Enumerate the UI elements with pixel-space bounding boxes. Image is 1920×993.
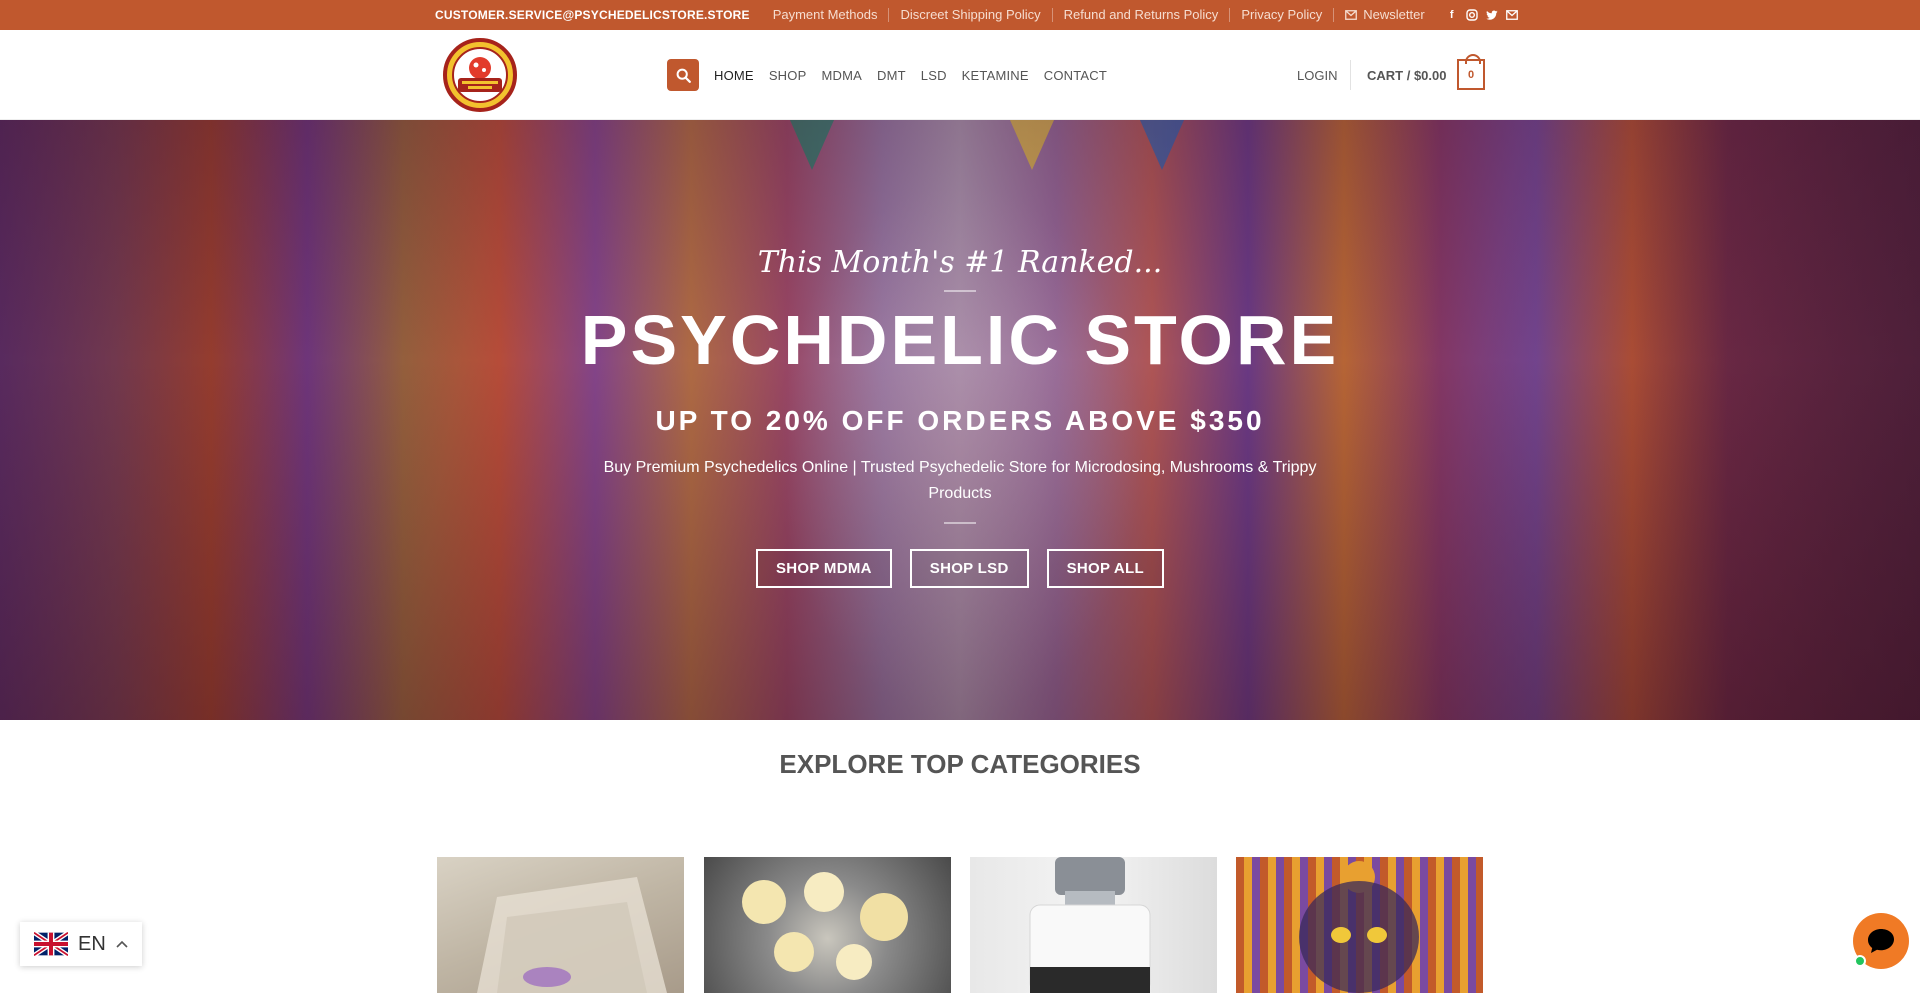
nav-contact[interactable]: CONTACT — [1044, 68, 1107, 83]
site-header: HOME SHOP MDMA DMT LSD KETAMINE CONTACT … — [0, 30, 1920, 120]
instagram-icon[interactable] — [1465, 9, 1478, 21]
shop-lsd-button[interactable]: SHOP LSD — [909, 549, 1029, 588]
hero-description: Buy Premium Psychedelics Online | Truste… — [603, 459, 1317, 502]
categories-title: EXPLORE TOP CATEGORIES — [779, 749, 1141, 779]
top-bar: CUSTOMER.SERVICE@PSYCHEDELICSTORE.STORE … — [0, 0, 1920, 30]
contact-email-link[interactable]: CUSTOMER.SERVICE@PSYCHEDELICSTORE.STORE — [435, 8, 750, 22]
top-bar-content: CUSTOMER.SERVICE@PSYCHEDELICSTORE.STORE … — [435, 0, 1518, 30]
category-image — [477, 877, 667, 993]
category-card-lsd[interactable] — [1236, 857, 1483, 993]
category-card-ketamine[interactable] — [970, 857, 1217, 993]
header-divider — [1350, 60, 1351, 90]
shipping-policy-link[interactable]: Discreet Shipping Policy — [888, 8, 1051, 22]
twitter-icon[interactable] — [1485, 9, 1498, 21]
nav-shop[interactable]: SHOP — [769, 68, 807, 83]
privacy-policy-link[interactable]: Privacy Policy — [1229, 8, 1333, 22]
chat-icon — [1868, 929, 1894, 953]
newsletter-label: Newsletter — [1363, 7, 1425, 22]
category-image — [1299, 861, 1419, 993]
category-image — [742, 872, 908, 980]
hero-buttons: SHOP MDMA SHOP LSD SHOP ALL — [0, 549, 1920, 588]
language-code: EN — [78, 932, 106, 955]
social-links: f — [1446, 9, 1518, 21]
nav-home[interactable]: HOME — [714, 68, 754, 83]
chat-online-indicator — [1854, 955, 1866, 967]
cart-link[interactable]: CART / $0.00 — [1367, 68, 1446, 83]
search-icon — [676, 68, 691, 83]
email-icon[interactable] — [1505, 9, 1518, 21]
nav-ketamine[interactable]: KETAMINE — [962, 68, 1029, 83]
chevron-up-icon — [116, 940, 128, 948]
hero-kicker: This Month's #1 Ranked... — [757, 245, 1163, 280]
envelope-icon — [1345, 10, 1358, 20]
nav-mdma[interactable]: MDMA — [821, 68, 862, 83]
category-image — [1029, 857, 1151, 993]
kicker-divider — [944, 290, 976, 292]
uk-flag-icon — [34, 932, 68, 956]
language-switcher[interactable]: EN — [20, 922, 142, 966]
refund-policy-link[interactable]: Refund and Returns Policy — [1051, 8, 1230, 22]
description-divider — [944, 522, 976, 524]
hero-banner: This Month's #1 Ranked... PSYCHDELIC STO… — [0, 120, 1920, 720]
cart-count-badge[interactable]: 0 — [1457, 54, 1485, 90]
main-nav: HOME SHOP MDMA DMT LSD KETAMINE CONTACT — [714, 60, 1107, 90]
hero-subtitle: UP TO 20% OFF ORDERS ABOVE $350 — [655, 405, 1265, 436]
category-card-dmt[interactable] — [704, 857, 951, 993]
shop-all-button[interactable]: SHOP ALL — [1046, 549, 1164, 588]
store-logo[interactable] — [442, 38, 518, 112]
shop-mdma-button[interactable]: SHOP MDMA — [756, 549, 892, 588]
payment-methods-link[interactable]: Payment Methods — [762, 8, 889, 22]
newsletter-link[interactable]: Newsletter — [1333, 8, 1435, 22]
category-card-mdma[interactable] — [437, 857, 684, 993]
search-button[interactable] — [667, 59, 699, 91]
facebook-icon[interactable]: f — [1446, 9, 1458, 21]
nav-lsd[interactable]: LSD — [921, 68, 947, 83]
login-link[interactable]: LOGIN — [1297, 68, 1337, 83]
hero-title: PSYCHDELIC STORE — [580, 301, 1340, 379]
nav-dmt[interactable]: DMT — [877, 68, 906, 83]
